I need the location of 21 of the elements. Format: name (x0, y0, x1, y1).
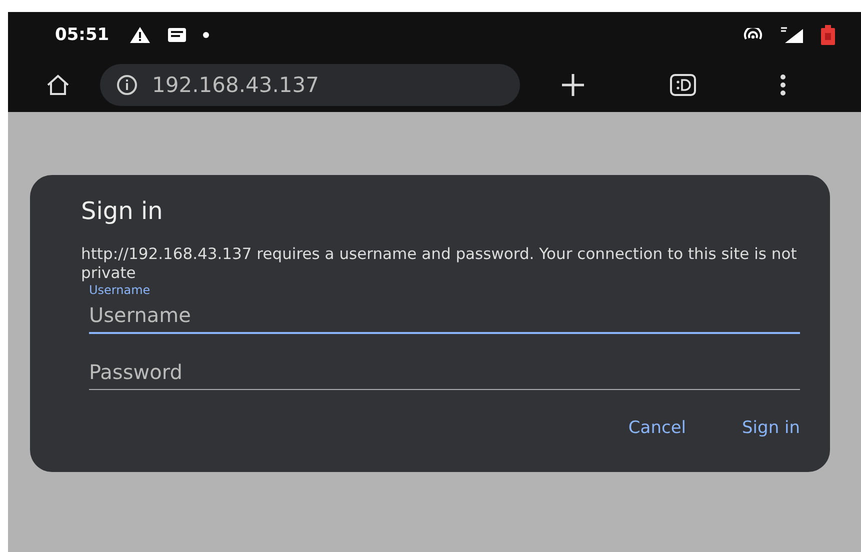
signal-icon (779, 26, 805, 44)
home-icon[interactable] (46, 74, 70, 96)
input-field[interactable]: Username (89, 297, 800, 334)
dialog-button[interactable]: Sign in (742, 416, 800, 440)
status-time: 05:51 (55, 25, 110, 45)
dialog-message: http://192.168.43.137 requires a username and password. Your connection to this site is not private (81, 245, 798, 283)
url-text[interactable]: 192.168.43.137 (152, 73, 319, 97)
message-icon (167, 27, 188, 43)
new-tab-icon[interactable] (560, 72, 586, 98)
tab-switcher-icon[interactable] (670, 74, 696, 96)
dialog-button[interactable]: Cancel (628, 416, 686, 440)
battery-icon (821, 25, 835, 45)
field-label: Username (89, 283, 152, 297)
dialog-title: Sign in (81, 197, 164, 225)
input-field[interactable]: Password (89, 354, 800, 390)
address-bar[interactable]: 192.168.43.137 (100, 64, 520, 106)
menu-icon[interactable] (780, 74, 786, 96)
info-icon[interactable] (116, 74, 138, 96)
warning-icon (129, 26, 152, 44)
hotspot-icon (743, 28, 763, 42)
dot-icon (203, 32, 210, 38)
